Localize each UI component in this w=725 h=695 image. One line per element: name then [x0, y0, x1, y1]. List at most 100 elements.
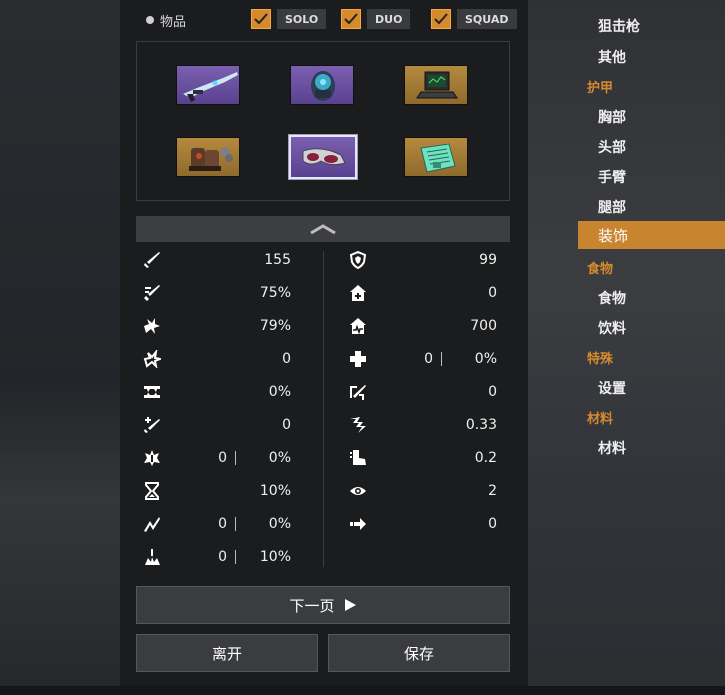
sidebar-category-armor: 护甲 [587, 81, 614, 96]
sidebar-category-special: 特殊 [587, 352, 614, 367]
item-slot-boots[interactable] [176, 137, 240, 177]
sidebar-item-accessory-label: 装饰 [598, 226, 629, 245]
sidebar-item-head[interactable]: 头部 [598, 137, 626, 157]
chevron-up-icon [310, 224, 336, 234]
crit-damage-icon [144, 318, 160, 334]
sidebar-item-arms[interactable]: 手臂 [598, 167, 626, 187]
stat-value-flat: 0 [218, 549, 227, 565]
stat-value: 10% [259, 549, 291, 565]
boots-icon [189, 147, 233, 171]
item-slot-goggles[interactable] [289, 135, 357, 179]
sidebar-category-food: 食物 [587, 262, 614, 277]
value-separator [235, 517, 236, 531]
item-slot-rifle[interactable] [176, 65, 240, 105]
next-page-button[interactable]: 下一页 [136, 586, 510, 624]
lightning-icon [144, 517, 160, 532]
next-page-label: 下一页 [289, 596, 335, 615]
stat-attack: 155 [143, 249, 291, 271]
stat-value: 155 [264, 252, 291, 268]
sidebar-item-materials[interactable]: 材料 [598, 438, 626, 458]
stat-defense: 99 [349, 249, 497, 271]
impact-icon [145, 549, 160, 565]
stat-crit-damage: 79% [143, 315, 291, 337]
sidebar-item-sniper[interactable]: 狙击枪 [598, 16, 640, 36]
reload-icon [350, 417, 366, 433]
stat-sword-plus: 0 [143, 414, 291, 436]
stat-value: 0.2 [474, 450, 497, 466]
stat-value: 79% [259, 318, 291, 334]
stat-fang: 0% [143, 381, 291, 403]
filter-squad[interactable]: SQUAD [431, 8, 517, 30]
leave-button[interactable]: 离开 [136, 634, 318, 672]
stat-value: 99 [479, 252, 497, 268]
save-label: 保存 [403, 644, 434, 663]
checkbox-duo[interactable] [341, 9, 361, 29]
stat-value: 10% [259, 483, 291, 499]
collapse-toggle[interactable] [136, 216, 510, 242]
stat-impact: 0 10% [143, 546, 291, 568]
rifle-icon [183, 72, 238, 102]
crit-rate-icon [144, 285, 160, 301]
goggles-icon [302, 148, 346, 166]
background-right [528, 0, 725, 695]
checkmark-icon [344, 13, 358, 25]
stat-value: 0% [474, 351, 497, 367]
house-plus-icon [350, 285, 366, 301]
stat-dash: 0 [349, 513, 497, 535]
items-label-text: 物品 [160, 14, 187, 30]
stat-value: 0 [488, 516, 497, 532]
stat-move-speed: 0.2 [349, 447, 497, 469]
value-separator [235, 451, 236, 465]
armor-pierce-icon [144, 450, 160, 466]
sidebar-item-accessory[interactable]: 装饰 [578, 221, 725, 249]
items-filter-label: 物品 [146, 10, 186, 30]
stat-reload: 0.33 [349, 414, 497, 436]
stat-value-flat: 0 [218, 450, 227, 466]
stat-value: 0 [282, 351, 291, 367]
leave-label: 离开 [211, 644, 242, 663]
sidebar-item-chest[interactable]: 胸部 [598, 107, 626, 127]
fang-icon [144, 386, 160, 398]
stat-health: 0 [349, 282, 497, 304]
sidebar-item-drinks[interactable]: 饮料 [598, 318, 626, 338]
stat-cooldown: 10% [143, 480, 291, 502]
stat-vision: 2 [349, 480, 497, 502]
sidebar-item-settings[interactable]: 设置 [598, 378, 626, 398]
dodge-icon [350, 385, 366, 400]
filter-duo[interactable]: DUO [341, 8, 411, 30]
item-slot-document[interactable] [404, 137, 468, 177]
backpack-icon [311, 71, 335, 101]
stat-value: 2 [488, 483, 497, 499]
stat-value: 700 [470, 318, 497, 334]
bullet-icon [146, 16, 154, 24]
stat-heal: 0 0% [349, 348, 497, 370]
item-slot-laptop[interactable] [404, 65, 468, 105]
filter-squad-label: SQUAD [457, 9, 517, 29]
save-button[interactable]: 保存 [328, 634, 510, 672]
stat-burst: 0 [143, 348, 291, 370]
stat-value: 0 [282, 417, 291, 433]
stat-value: 0% [268, 384, 291, 400]
sidebar-item-other[interactable]: 其他 [598, 47, 626, 67]
bottom-strip [0, 686, 725, 695]
shield-icon [349, 251, 367, 269]
stat-value-flat: 0 [218, 516, 227, 532]
filter-solo[interactable]: SOLO [251, 8, 327, 30]
boot-speed-icon [350, 450, 366, 465]
stat-value: 0.33 [465, 417, 497, 433]
stat-dodge: 0 [349, 381, 497, 403]
checkbox-solo[interactable] [251, 9, 271, 29]
value-separator [235, 550, 236, 564]
sidebar-item-legs[interactable]: 腿部 [598, 197, 626, 217]
filter-duo-label: DUO [367, 9, 411, 29]
item-slot-backpack[interactable] [290, 65, 354, 105]
sidebar-item-food[interactable]: 食物 [598, 288, 626, 308]
laptop-icon [416, 71, 458, 99]
value-separator [441, 352, 442, 366]
play-triangle-icon [344, 599, 356, 611]
checkbox-squad[interactable] [431, 9, 451, 29]
checkmark-icon [434, 13, 448, 25]
hourglass-icon [145, 482, 159, 500]
stat-value-flat: 0 [424, 351, 433, 367]
stat-value: 0% [268, 450, 291, 466]
